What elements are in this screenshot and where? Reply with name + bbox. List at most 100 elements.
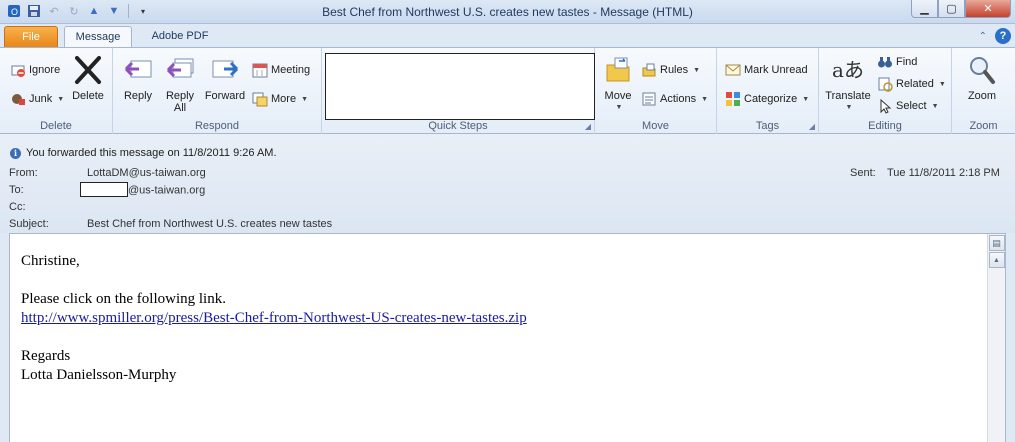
categorize-button[interactable]: Categorize ▼ bbox=[725, 90, 809, 108]
minimize-ribbon-icon[interactable]: ⌃ bbox=[979, 31, 987, 42]
forward-button[interactable]: Forward bbox=[201, 54, 249, 102]
info-icon: i bbox=[10, 147, 21, 159]
tab-file[interactable]: File bbox=[4, 26, 58, 48]
select-button[interactable]: Select ▼ bbox=[877, 97, 939, 115]
more-label: More bbox=[271, 93, 297, 105]
forward-label: Forward bbox=[204, 90, 246, 102]
translate-label: Translate bbox=[825, 90, 871, 102]
categorize-label: Categorize bbox=[744, 93, 798, 105]
chevron-down-icon: ▼ bbox=[693, 66, 701, 74]
cursor-icon bbox=[877, 98, 893, 114]
title-bar: O ↶ ↻ ▲ ▼ ▾ Best Chef from Northwest U.S… bbox=[0, 0, 1015, 24]
actions-icon bbox=[641, 91, 657, 107]
scroll-options-icon[interactable]: ▤ bbox=[988, 235, 1005, 251]
forward-icon bbox=[209, 54, 241, 86]
vertical-scrollbar[interactable]: ▤ ▲ bbox=[987, 234, 1005, 442]
minimize-button[interactable]: ▁ bbox=[911, 0, 938, 18]
rules-label: Rules bbox=[660, 64, 689, 76]
actions-button[interactable]: Actions ▼ bbox=[641, 90, 708, 108]
envelope-icon bbox=[725, 62, 741, 78]
chevron-down-icon: ▼ bbox=[802, 95, 810, 103]
categorize-icon bbox=[725, 91, 741, 107]
magnifier-icon bbox=[966, 54, 998, 86]
message-text: Christine, Please click on the following… bbox=[21, 252, 527, 385]
tab-message[interactable]: Message bbox=[64, 26, 132, 49]
rules-button[interactable]: Rules ▼ bbox=[641, 61, 700, 79]
reply-label: Reply bbox=[123, 90, 153, 102]
scroll-up-button[interactable]: ▲ bbox=[988, 252, 1005, 268]
group-zoom: Zoom Zoom bbox=[952, 48, 1015, 134]
junk-button[interactable]: Junk ▼ bbox=[10, 90, 64, 108]
ribbon-right-controls: ⌃ ? bbox=[979, 28, 1011, 44]
editing-group-label: Editing bbox=[868, 120, 902, 132]
subject-label: Subject: bbox=[9, 218, 49, 230]
greeting: Christine, bbox=[21, 253, 80, 269]
dialog-launcher-icon[interactable]: ◢ bbox=[585, 122, 591, 131]
from-label: From: bbox=[9, 167, 38, 179]
translate-button[interactable]: aあ Translate ▼ bbox=[823, 54, 873, 114]
download-link[interactable]: http://www.spmiller.org/press/Best-Chef-… bbox=[21, 310, 527, 326]
body-line: Please click on the following link. bbox=[21, 291, 226, 307]
quick-steps-group-label: Quick Steps bbox=[428, 120, 488, 132]
ignore-icon bbox=[10, 62, 26, 78]
from-value[interactable]: LottaDM@us-taiwan.org bbox=[87, 167, 206, 179]
message-header: i You forwarded this message on 11/8/201… bbox=[0, 134, 1015, 233]
related-icon bbox=[877, 76, 893, 92]
group-quick-steps: Quick Steps ◢ bbox=[322, 48, 595, 134]
message-body[interactable]: Christine, Please click on the following… bbox=[9, 233, 1006, 442]
reply-icon bbox=[122, 54, 154, 86]
close-button[interactable]: ✕ bbox=[965, 0, 1011, 18]
quick-steps-box[interactable] bbox=[325, 53, 595, 120]
move-folder-icon bbox=[602, 54, 634, 86]
reply-button[interactable]: Reply bbox=[119, 54, 157, 102]
junk-icon bbox=[10, 91, 26, 107]
move-button[interactable]: Move ▼ bbox=[599, 54, 637, 114]
redacted-box bbox=[80, 182, 128, 197]
window-title: Best Chef from Northwest U.S. creates ne… bbox=[322, 5, 693, 19]
signature: Lotta Danielsson-Murphy bbox=[21, 367, 177, 383]
sent-value: Tue 11/8/2011 2:18 PM bbox=[887, 167, 1000, 179]
zoom-button[interactable]: Zoom bbox=[960, 54, 1004, 102]
to-recipient[interactable]: @us-taiwan.org bbox=[80, 182, 206, 197]
ignore-button[interactable]: Ignore bbox=[10, 61, 60, 79]
cc-label: Cc: bbox=[9, 201, 26, 213]
find-button[interactable]: Find bbox=[877, 53, 917, 71]
delete-button[interactable]: Delete bbox=[68, 54, 108, 102]
forward-notice: i You forwarded this message on 11/8/201… bbox=[10, 147, 277, 159]
mark-unread-label: Mark Unread bbox=[744, 64, 808, 76]
related-button[interactable]: Related ▼ bbox=[877, 75, 946, 93]
ignore-label: Ignore bbox=[29, 64, 61, 76]
maximize-button[interactable]: ▢ bbox=[938, 0, 965, 18]
related-label: Related bbox=[896, 78, 934, 90]
help-icon[interactable]: ? bbox=[995, 28, 1011, 44]
sent-label: Sent: bbox=[850, 167, 876, 179]
select-label: Select bbox=[896, 100, 927, 112]
chevron-down-icon: ▼ bbox=[845, 104, 853, 111]
meeting-label: Meeting bbox=[271, 64, 311, 76]
chevron-down-icon: ▼ bbox=[57, 95, 65, 103]
delete-group-label: Delete bbox=[40, 120, 72, 132]
group-move: Move ▼ Rules ▼ Actions ▼ Move bbox=[595, 48, 717, 134]
meeting-button[interactable]: Meeting bbox=[252, 61, 310, 79]
rules-icon bbox=[641, 62, 657, 78]
to-value: @us-taiwan.org bbox=[128, 184, 206, 197]
mark-unread-button[interactable]: Mark Unread bbox=[725, 61, 808, 79]
ribbon-tabs: File Message Adobe PDF ⌃ ? bbox=[0, 24, 1015, 49]
zoom-label: Zoom bbox=[967, 90, 997, 102]
reply-all-button[interactable]: Reply All bbox=[161, 54, 199, 114]
dialog-launcher-icon[interactable]: ◢ bbox=[809, 122, 815, 131]
more-respond-icon bbox=[252, 91, 268, 107]
respond-group-label: Respond bbox=[194, 120, 240, 132]
translate-icon: aあ bbox=[832, 58, 864, 82]
calendar-icon bbox=[252, 62, 268, 78]
actions-label: Actions bbox=[660, 93, 697, 105]
to-label: To: bbox=[9, 184, 24, 196]
more-button[interactable]: More ▼ bbox=[252, 90, 308, 108]
ribbon: Ignore Junk ▼ Delete Delete Reply Reply … bbox=[0, 47, 1015, 134]
chevron-down-icon: ▼ bbox=[701, 95, 709, 103]
find-label: Find bbox=[896, 56, 918, 68]
tab-adobe-pdf[interactable]: Adobe PDF bbox=[140, 26, 220, 48]
tags-group-label: Tags bbox=[755, 120, 780, 132]
chevron-down-icon: ▼ bbox=[931, 102, 939, 110]
subject-value: Best Chef from Northwest U.S. creates ne… bbox=[87, 218, 333, 230]
